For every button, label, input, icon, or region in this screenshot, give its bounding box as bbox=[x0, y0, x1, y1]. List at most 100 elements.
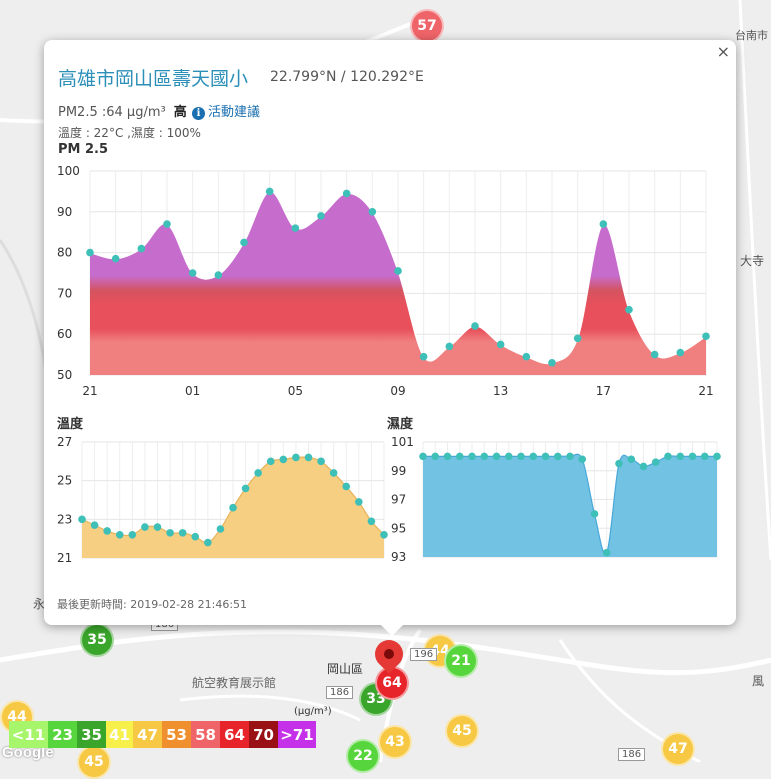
data-point[interactable] bbox=[419, 352, 428, 361]
pm25-reading: PM2.5 :64 μg/m³ 高 bbox=[58, 101, 187, 120]
series-area bbox=[423, 454, 717, 557]
pm25-chart-title: PM 2.5 bbox=[58, 142, 109, 157]
data-point[interactable] bbox=[163, 220, 171, 228]
activity-advice-link[interactable]: i 活動建議 bbox=[192, 101, 260, 120]
map-marker[interactable]: 64 bbox=[375, 666, 409, 700]
legend-item: 53 bbox=[162, 721, 191, 748]
map-marker[interactable]: 21 bbox=[444, 644, 478, 678]
map-marker[interactable]: 35 bbox=[80, 623, 114, 657]
data-point[interactable] bbox=[254, 469, 262, 477]
legend-item: 47 bbox=[133, 721, 162, 748]
data-point[interactable] bbox=[651, 458, 660, 466]
data-point[interactable] bbox=[541, 452, 550, 461]
data-point[interactable] bbox=[713, 452, 721, 461]
data-point[interactable] bbox=[504, 452, 513, 461]
y-tick-label: 99 bbox=[391, 464, 406, 478]
data-point[interactable] bbox=[292, 453, 300, 462]
data-point[interactable] bbox=[599, 220, 608, 228]
data-point[interactable] bbox=[676, 452, 685, 461]
map-marker[interactable]: 47 bbox=[661, 732, 695, 766]
data-point[interactable] bbox=[240, 238, 248, 247]
data-point[interactable] bbox=[480, 452, 489, 461]
data-point[interactable] bbox=[214, 271, 223, 279]
data-point[interactable] bbox=[153, 523, 162, 531]
data-point[interactable] bbox=[455, 452, 464, 461]
legend-unit: (μg/m³) bbox=[294, 706, 332, 717]
data-point[interactable] bbox=[191, 532, 200, 541]
data-point[interactable] bbox=[496, 340, 505, 349]
data-point[interactable] bbox=[317, 212, 325, 220]
data-point[interactable] bbox=[329, 469, 338, 477]
data-point[interactable] bbox=[342, 189, 351, 198]
temperature-chart: 27 25 23 21 bbox=[57, 435, 388, 565]
map-marker[interactable]: 43 bbox=[378, 725, 412, 759]
data-point[interactable] bbox=[317, 457, 325, 466]
data-point[interactable] bbox=[650, 350, 659, 359]
data-point[interactable] bbox=[103, 527, 111, 535]
map-marker[interactable]: 57 bbox=[410, 9, 444, 43]
data-point[interactable] bbox=[700, 452, 709, 461]
data-point[interactable] bbox=[241, 484, 250, 493]
data-point[interactable] bbox=[111, 254, 120, 263]
data-point[interactable] bbox=[522, 352, 531, 361]
data-point[interactable] bbox=[492, 452, 501, 461]
data-point[interactable] bbox=[304, 453, 313, 462]
data-point[interactable] bbox=[553, 452, 562, 461]
data-point[interactable] bbox=[86, 248, 94, 257]
data-point[interactable] bbox=[471, 322, 479, 330]
data-point[interactable] bbox=[188, 269, 197, 277]
data-point[interactable] bbox=[529, 452, 538, 461]
data-point[interactable] bbox=[419, 452, 427, 461]
data-point[interactable] bbox=[342, 482, 351, 491]
data-point[interactable] bbox=[90, 521, 99, 529]
data-point[interactable] bbox=[443, 452, 452, 461]
data-point[interactable] bbox=[602, 548, 611, 557]
data-point[interactable] bbox=[367, 517, 376, 526]
data-point[interactable] bbox=[204, 538, 212, 547]
data-point[interactable] bbox=[664, 452, 672, 461]
data-point[interactable] bbox=[141, 523, 149, 531]
pm25-chart: 100 90 80 70 60 50 21 01 05 09 13 17 21 bbox=[57, 164, 714, 398]
data-point[interactable] bbox=[702, 332, 710, 341]
data-point[interactable] bbox=[627, 455, 636, 464]
data-point[interactable] bbox=[216, 525, 225, 533]
data-point[interactable] bbox=[355, 498, 363, 506]
data-point[interactable] bbox=[573, 334, 582, 343]
close-button[interactable]: × bbox=[717, 42, 730, 61]
map-marker[interactable]: 45 bbox=[77, 745, 111, 779]
data-point[interactable] bbox=[615, 459, 623, 468]
data-point[interactable] bbox=[676, 348, 685, 357]
data-point[interactable] bbox=[566, 452, 574, 461]
data-point[interactable] bbox=[115, 531, 124, 539]
data-point[interactable] bbox=[265, 187, 274, 196]
x-tick-label: 13 bbox=[493, 384, 508, 398]
data-point[interactable] bbox=[178, 529, 187, 537]
data-point[interactable] bbox=[639, 462, 648, 471]
data-point[interactable] bbox=[266, 457, 275, 466]
data-point[interactable] bbox=[688, 452, 697, 461]
data-point[interactable] bbox=[279, 455, 288, 464]
data-point[interactable] bbox=[548, 358, 556, 367]
data-point[interactable] bbox=[431, 452, 440, 461]
data-point[interactable] bbox=[590, 510, 599, 518]
data-point[interactable] bbox=[229, 503, 237, 512]
data-point[interactable] bbox=[517, 452, 525, 461]
data-point[interactable] bbox=[625, 305, 633, 314]
data-point[interactable] bbox=[291, 224, 300, 232]
data-point[interactable] bbox=[166, 529, 174, 537]
data-point[interactable] bbox=[394, 267, 402, 275]
data-point[interactable] bbox=[128, 531, 137, 539]
data-point[interactable] bbox=[368, 208, 377, 216]
data-point[interactable] bbox=[578, 455, 587, 464]
map-marker[interactable]: 45 bbox=[445, 714, 479, 748]
map-marker[interactable]: 22 bbox=[346, 739, 380, 773]
legend-item: 70 bbox=[249, 721, 278, 748]
y-tick-label: 25 bbox=[57, 474, 72, 488]
y-tick-label: 50 bbox=[57, 368, 72, 382]
activity-advice-label: 活動建議 bbox=[208, 105, 261, 120]
map-label: 196 bbox=[410, 648, 438, 661]
data-point[interactable] bbox=[445, 342, 454, 351]
data-point[interactable] bbox=[137, 244, 146, 253]
data-point[interactable] bbox=[468, 452, 476, 461]
data-point[interactable] bbox=[78, 515, 86, 524]
